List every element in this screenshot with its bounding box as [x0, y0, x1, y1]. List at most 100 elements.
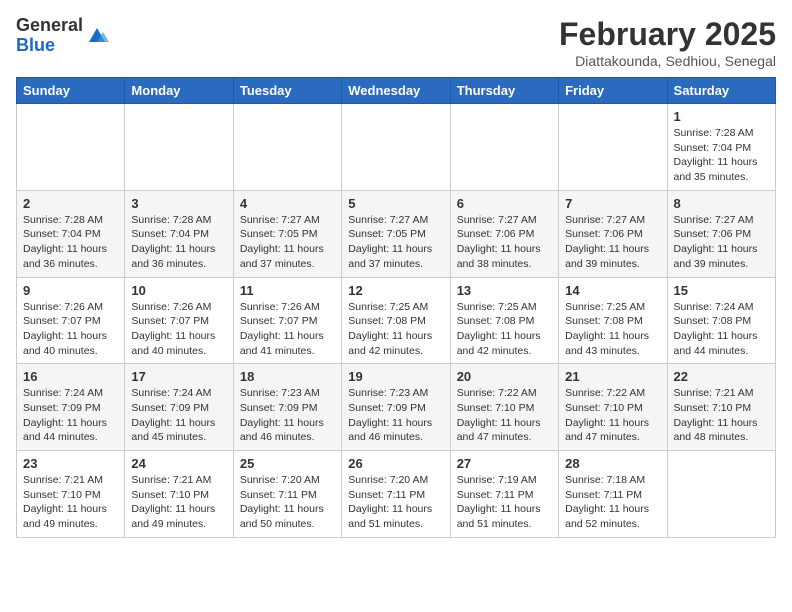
- calendar-cell: 10Sunrise: 7:26 AM Sunset: 7:07 PM Dayli…: [125, 277, 233, 364]
- calendar-week-row: 16 Sunrise: 7:24 AM Sunset: 7:09 PM Dayli…: [17, 364, 776, 451]
- day-info: Sunrise: 7:18 AM Sunset: 7:11 PM Dayligh…: [565, 473, 660, 532]
- calendar-cell: 3 Sunrise: 7:28 AM Sunset: 7:04 PM Daylig…: [125, 190, 233, 277]
- calendar-cell: [17, 104, 125, 191]
- day-number: 18: [240, 369, 335, 384]
- title-block: February 2025 Diattakounda, Sedhiou, Sen…: [559, 16, 776, 69]
- calendar-cell: 21 Sunrise: 7:22 AM Sunset: 7:10 PM Dayli…: [559, 364, 667, 451]
- day-info: Sunrise: 7:19 AM Sunset: 7:11 PM Dayligh…: [457, 473, 552, 532]
- calendar-cell: 27 Sunrise: 7:19 AM Sunset: 7:11 PM Dayli…: [450, 451, 558, 538]
- day-number: 5: [348, 196, 443, 211]
- day-number: 13: [457, 283, 552, 298]
- day-number: 3: [131, 196, 226, 211]
- day-info: Sunrise: 7:21 AM Sunset: 7:10 PM Dayligh…: [674, 386, 769, 445]
- col-header-wednesday: Wednesday: [342, 78, 450, 104]
- calendar-header-row: SundayMondayTuesdayWednesdayThursdayFrid…: [17, 78, 776, 104]
- day-info: Sunrise: 7:28 AM Sunset: 7:04 PM Dayligh…: [131, 213, 226, 272]
- day-number: 17: [131, 369, 226, 384]
- day-number: 21: [565, 369, 660, 384]
- day-info: Sunrise: 7:27 AM Sunset: 7:05 PM Dayligh…: [348, 213, 443, 272]
- day-number: 24: [131, 456, 226, 471]
- calendar-cell: 13 Sunrise: 7:25 AM Sunset: 7:08 PM Dayli…: [450, 277, 558, 364]
- calendar-cell: 8Sunrise: 7:27 AM Sunset: 7:06 PM Daylig…: [667, 190, 775, 277]
- calendar-week-row: 1 Sunrise: 7:28 AM Sunset: 7:04 PM Daylig…: [17, 104, 776, 191]
- calendar-cell: 15 Sunrise: 7:24 AM Sunset: 7:08 PM Dayli…: [667, 277, 775, 364]
- page-header: General Blue February 2025 Diattakounda,…: [16, 16, 776, 69]
- calendar-cell: 24Sunrise: 7:21 AM Sunset: 7:10 PM Dayli…: [125, 451, 233, 538]
- calendar-cell: 6 Sunrise: 7:27 AM Sunset: 7:06 PM Daylig…: [450, 190, 558, 277]
- day-info: Sunrise: 7:23 AM Sunset: 7:09 PM Dayligh…: [240, 386, 335, 445]
- calendar-cell: 5 Sunrise: 7:27 AM Sunset: 7:05 PM Daylig…: [342, 190, 450, 277]
- calendar-cell: [667, 451, 775, 538]
- day-number: 11: [240, 283, 335, 298]
- calendar-cell: 14 Sunrise: 7:25 AM Sunset: 7:08 PM Dayli…: [559, 277, 667, 364]
- day-number: 19: [348, 369, 443, 384]
- day-number: 12: [348, 283, 443, 298]
- day-info: Sunrise: 7:24 AM Sunset: 7:09 PM Dayligh…: [131, 386, 226, 445]
- day-number: 23: [23, 456, 118, 471]
- calendar-cell: 1 Sunrise: 7:28 AM Sunset: 7:04 PM Daylig…: [667, 104, 775, 191]
- calendar-cell: 26 Sunrise: 7:20 AM Sunset: 7:11 PM Dayli…: [342, 451, 450, 538]
- col-header-tuesday: Tuesday: [233, 78, 341, 104]
- day-info: Sunrise: 7:27 AM Sunset: 7:06 PM Dayligh…: [457, 213, 552, 272]
- logo-general-text: General: [16, 15, 83, 35]
- day-info: Sunrise: 7:23 AM Sunset: 7:09 PM Dayligh…: [348, 386, 443, 445]
- day-number: 28: [565, 456, 660, 471]
- calendar-cell: [125, 104, 233, 191]
- day-number: 27: [457, 456, 552, 471]
- calendar-week-row: 23 Sunrise: 7:21 AM Sunset: 7:10 PM Dayli…: [17, 451, 776, 538]
- calendar-cell: 2Sunrise: 7:28 AM Sunset: 7:04 PM Daylig…: [17, 190, 125, 277]
- day-info: Sunrise: 7:21 AM Sunset: 7:10 PM Dayligh…: [23, 473, 118, 532]
- calendar-cell: 7 Sunrise: 7:27 AM Sunset: 7:06 PM Daylig…: [559, 190, 667, 277]
- calendar-cell: [559, 104, 667, 191]
- day-info: Sunrise: 7:26 AM Sunset: 7:07 PM Dayligh…: [240, 300, 335, 359]
- calendar-cell: 20 Sunrise: 7:22 AM Sunset: 7:10 PM Dayli…: [450, 364, 558, 451]
- day-info: Sunrise: 7:26 AM Sunset: 7:07 PM Dayligh…: [23, 300, 118, 359]
- day-number: 14: [565, 283, 660, 298]
- day-number: 22: [674, 369, 769, 384]
- day-number: 4: [240, 196, 335, 211]
- day-number: 2: [23, 196, 118, 211]
- calendar-cell: [450, 104, 558, 191]
- calendar-cell: [233, 104, 341, 191]
- day-info: Sunrise: 7:25 AM Sunset: 7:08 PM Dayligh…: [565, 300, 660, 359]
- calendar-cell: 22 Sunrise: 7:21 AM Sunset: 7:10 PM Dayli…: [667, 364, 775, 451]
- day-info: Sunrise: 7:25 AM Sunset: 7:08 PM Dayligh…: [457, 300, 552, 359]
- day-info: Sunrise: 7:27 AM Sunset: 7:06 PM Dayligh…: [565, 213, 660, 272]
- calendar-cell: 17 Sunrise: 7:24 AM Sunset: 7:09 PM Dayli…: [125, 364, 233, 451]
- day-info: Sunrise: 7:24 AM Sunset: 7:08 PM Dayligh…: [674, 300, 769, 359]
- calendar-cell: 23 Sunrise: 7:21 AM Sunset: 7:10 PM Dayli…: [17, 451, 125, 538]
- calendar-cell: 25Sunrise: 7:20 AM Sunset: 7:11 PM Dayli…: [233, 451, 341, 538]
- day-info: Sunrise: 7:27 AM Sunset: 7:05 PM Dayligh…: [240, 213, 335, 272]
- calendar-cell: 16 Sunrise: 7:24 AM Sunset: 7:09 PM Dayli…: [17, 364, 125, 451]
- calendar-cell: 19 Sunrise: 7:23 AM Sunset: 7:09 PM Dayli…: [342, 364, 450, 451]
- calendar-cell: 9 Sunrise: 7:26 AM Sunset: 7:07 PM Daylig…: [17, 277, 125, 364]
- day-info: Sunrise: 7:22 AM Sunset: 7:10 PM Dayligh…: [565, 386, 660, 445]
- col-header-thursday: Thursday: [450, 78, 558, 104]
- day-info: Sunrise: 7:24 AM Sunset: 7:09 PM Dayligh…: [23, 386, 118, 445]
- day-number: 16: [23, 369, 118, 384]
- day-number: 20: [457, 369, 552, 384]
- day-number: 10: [131, 283, 226, 298]
- day-number: 1: [674, 109, 769, 124]
- calendar-cell: 28 Sunrise: 7:18 AM Sunset: 7:11 PM Dayli…: [559, 451, 667, 538]
- calendar-cell: 4 Sunrise: 7:27 AM Sunset: 7:05 PM Daylig…: [233, 190, 341, 277]
- day-info: Sunrise: 7:27 AM Sunset: 7:06 PM Dayligh…: [674, 213, 769, 272]
- day-number: 25: [240, 456, 335, 471]
- calendar-cell: 18 Sunrise: 7:23 AM Sunset: 7:09 PM Dayli…: [233, 364, 341, 451]
- day-number: 15: [674, 283, 769, 298]
- calendar-cell: [342, 104, 450, 191]
- col-header-friday: Friday: [559, 78, 667, 104]
- day-number: 7: [565, 196, 660, 211]
- day-number: 9: [23, 283, 118, 298]
- month-year-title: February 2025: [559, 16, 776, 53]
- logo-blue-text: Blue: [16, 35, 55, 55]
- day-info: Sunrise: 7:25 AM Sunset: 7:08 PM Dayligh…: [348, 300, 443, 359]
- day-info: Sunrise: 7:22 AM Sunset: 7:10 PM Dayligh…: [457, 386, 552, 445]
- location-subtitle: Diattakounda, Sedhiou, Senegal: [559, 53, 776, 69]
- day-number: 6: [457, 196, 552, 211]
- day-number: 26: [348, 456, 443, 471]
- calendar-week-row: 2 Sunrise: 7:28 AM Sunset: 7:04 PM Daylig…: [17, 190, 776, 277]
- day-info: Sunrise: 7:20 AM Sunset: 7:11 PM Dayligh…: [348, 473, 443, 532]
- logo: General Blue: [16, 16, 109, 56]
- day-info: Sunrise: 7:28 AM Sunset: 7:04 PM Dayligh…: [674, 126, 769, 185]
